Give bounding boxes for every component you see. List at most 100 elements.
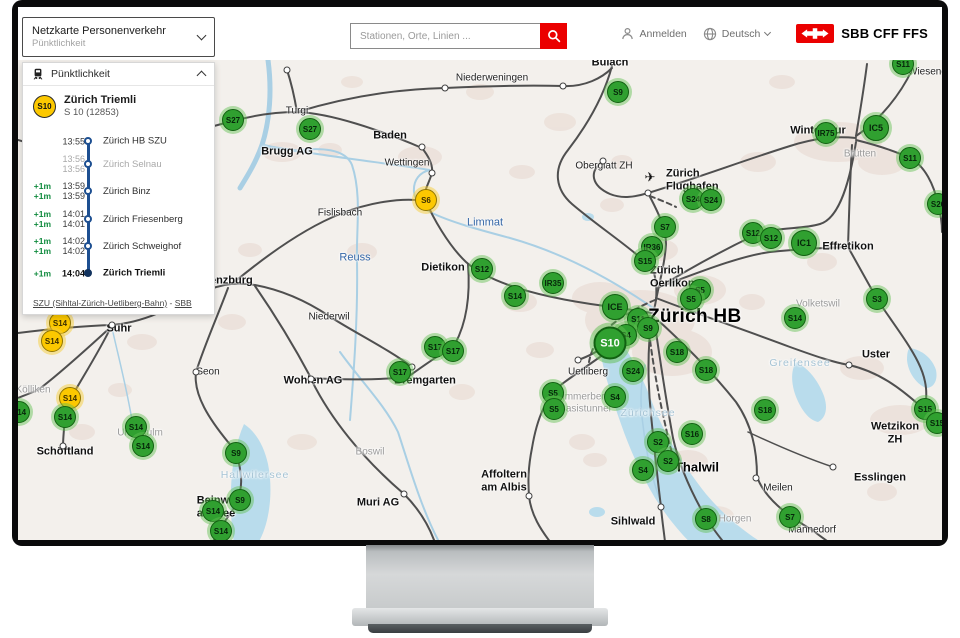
stop-marker <box>84 137 92 145</box>
line-badge[interactable]: S18 <box>666 341 688 363</box>
line-badge[interactable]: S5 <box>543 398 565 420</box>
line-badge[interactable]: S17 <box>389 361 411 383</box>
line-badge[interactable]: S7 <box>779 506 801 528</box>
line-badge[interactable]: S9 <box>225 442 247 464</box>
stop-delay: +1m <box>34 236 51 246</box>
line-badge[interactable]: S27 <box>222 109 244 131</box>
layer-dropdown-subtitle: Pünktlichkeit <box>32 38 198 50</box>
stop-marker <box>84 269 92 277</box>
stop-time: 14:02 <box>62 236 85 246</box>
stop-delay: +1m <box>34 246 51 256</box>
header: Netzkarte Personenverkehr Pünktlichkeit <box>18 7 942 60</box>
header-right: Anmelden Deutsch <box>621 7 928 60</box>
line-badge[interactable]: IC5 <box>863 115 889 141</box>
line-badge[interactable]: S15 <box>926 412 942 434</box>
stop-time: 13:55 <box>62 136 85 146</box>
search-button[interactable] <box>540 23 567 49</box>
line-badge[interactable]: S7 <box>654 216 676 238</box>
line-badge[interactable]: S4 <box>604 386 626 408</box>
line-badge[interactable]: S5 <box>680 288 702 310</box>
line-badge[interactable]: S12 <box>760 227 782 249</box>
stop-name: Zürich Binz <box>103 186 151 197</box>
operator-link[interactable]: SZU (Sihltal-Zürich-Uetliberg-Bahn) <box>33 298 167 308</box>
language-label: Deutsch <box>722 28 761 40</box>
line-badge[interactable]: S6 <box>415 189 437 211</box>
punctuality-panel: Pünktlichkeit S10 Zürich Triemli S 10 (1… <box>22 62 215 315</box>
line-badge[interactable]: S15 <box>634 250 656 272</box>
line-badge[interactable]: IC1 <box>791 230 817 256</box>
line-badge[interactable]: S27 <box>299 118 321 140</box>
line-badge[interactable]: S4 <box>632 459 654 481</box>
chevron-down-icon <box>764 28 771 35</box>
stop-row[interactable]: 13:5613:56Zürich Selnau <box>29 154 210 174</box>
monitor-stand-lip <box>368 624 592 633</box>
stop-name: Zürich Friesenberg <box>103 214 183 225</box>
line-badge[interactable]: S11 <box>899 147 921 169</box>
line-badge[interactable]: S12 <box>471 258 493 280</box>
route-line-badge: S10 <box>33 95 56 118</box>
route-name: Zürich Triemli <box>64 94 136 107</box>
stop-time: 13:59 <box>62 181 85 191</box>
stop-name: Zürich Selnau <box>103 159 162 170</box>
globe-icon <box>703 27 717 41</box>
stop-row[interactable]: +1m+1m13:5913:59Zürich Binz <box>29 181 210 201</box>
stop-name: Zürich Triemli <box>103 268 165 279</box>
stop-row[interactable]: +1m+1m14:0214:02Zürich Schweighof <box>29 236 210 256</box>
layer-dropdown[interactable]: Netzkarte Personenverkehr Pünktlichkeit <box>22 17 215 57</box>
stop-time: 14:02 <box>62 246 85 256</box>
line-badge[interactable]: S11 <box>892 60 914 75</box>
panel-header[interactable]: Pünktlichkeit <box>23 63 214 86</box>
line-badge[interactable]: S10 <box>594 327 627 360</box>
line-badge[interactable]: S9 <box>607 81 629 103</box>
sbb-logo-text: SBB CFF FFS <box>841 26 928 41</box>
line-badge[interactable]: S9 <box>229 489 251 511</box>
line-badge[interactable]: S16 <box>681 423 703 445</box>
sbb-logo[interactable]: SBB CFF FFS <box>796 24 928 43</box>
stop-row[interactable]: +1m+1m14:0114:01Zürich Friesenberg <box>29 209 210 229</box>
sbb-link[interactable]: SBB <box>175 298 192 308</box>
stop-marker <box>84 215 92 223</box>
stop-delay: +1m <box>34 191 51 201</box>
line-badge[interactable]: S2 <box>657 450 679 472</box>
chevron-down-icon <box>197 31 207 41</box>
route-header: S10 Zürich Triemli S 10 (12853) <box>33 94 136 119</box>
line-badge[interactable]: S14 <box>18 401 30 423</box>
login-button[interactable]: Anmelden <box>621 27 686 40</box>
line-badge[interactable]: S18 <box>754 399 776 421</box>
line-badge[interactable]: S14 <box>504 285 526 307</box>
stop-delay: +1m <box>34 181 51 191</box>
line-badge[interactable]: ICE <box>602 294 628 320</box>
line-badge[interactable]: S24 <box>622 360 644 382</box>
stop-time: 14:04 <box>62 268 85 278</box>
line-badge[interactable]: S14 <box>202 500 224 522</box>
line-badge[interactable]: S26 <box>927 193 942 215</box>
line-badge[interactable]: S14 <box>210 520 232 540</box>
search-input[interactable] <box>350 23 540 49</box>
stop-name: Zürich HB SZU <box>103 136 167 147</box>
line-badge[interactable]: S9 <box>637 317 659 339</box>
line-badge[interactable]: S18 <box>695 359 717 381</box>
route-line-info: S 10 (12853) <box>64 107 136 119</box>
line-badge[interactable]: S14 <box>132 435 154 457</box>
line-badge[interactable]: S14 <box>784 307 806 329</box>
monitor-bezel: NiederweningenTurgiBadenBrugg AGWettinge… <box>12 0 948 546</box>
line-badge[interactable]: S14 <box>54 406 76 428</box>
line-badge[interactable]: S3 <box>866 288 888 310</box>
login-label: Anmelden <box>639 28 686 40</box>
footer-separator: - <box>167 298 175 308</box>
panel-footer: SZU (Sihltal-Zürich-Uetliberg-Bahn) - SB… <box>33 298 192 308</box>
panel-title: Pünktlichkeit <box>51 68 110 80</box>
language-selector[interactable]: Deutsch <box>703 27 771 41</box>
line-badge[interactable]: IR75 <box>815 122 837 144</box>
line-badge[interactable]: S14 <box>41 330 63 352</box>
line-badge[interactable]: S8 <box>695 508 717 530</box>
stop-marker <box>84 242 92 250</box>
line-badge[interactable]: S24 <box>700 189 722 211</box>
stop-row[interactable]: 13:55 Zürich HB SZU <box>29 136 210 147</box>
line-badge[interactable]: S17 <box>442 340 464 362</box>
stop-row[interactable]: +1m14:04Zürich Triemli <box>29 268 210 279</box>
search-icon <box>547 29 561 43</box>
stop-time: 14:01 <box>62 209 85 219</box>
monitor-stand-neck <box>366 545 594 610</box>
line-badge[interactable]: IR35 <box>542 272 564 294</box>
